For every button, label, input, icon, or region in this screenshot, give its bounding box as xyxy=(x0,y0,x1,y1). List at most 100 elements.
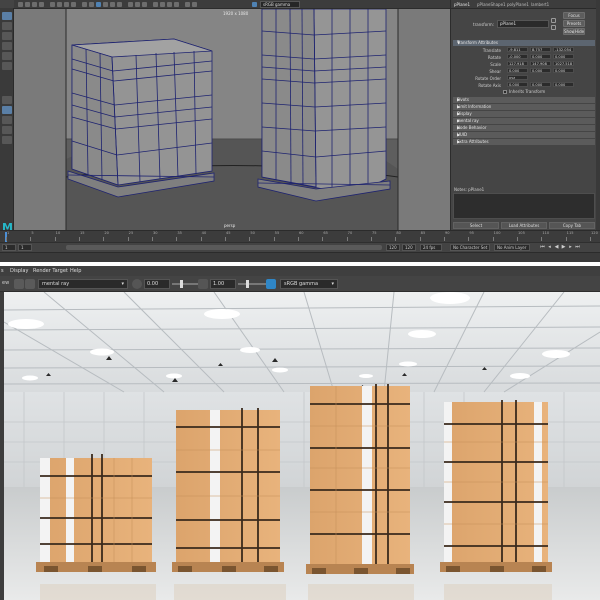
step-back-icon[interactable]: ◂ xyxy=(547,245,552,250)
focus-button[interactable]: Focus xyxy=(563,12,585,19)
depth-of-field-icon[interactable] xyxy=(142,2,147,7)
resolution-gate-icon[interactable] xyxy=(64,2,69,7)
section-extra-attributes[interactable]: ▶ Extra Attributes xyxy=(453,139,595,145)
ambient-occlusion-icon[interactable] xyxy=(128,2,133,7)
lights-icon[interactable] xyxy=(110,2,115,7)
gamma-icon[interactable] xyxy=(192,2,197,7)
move-tool-icon[interactable] xyxy=(2,42,12,50)
exposure-icon[interactable] xyxy=(185,2,190,7)
section-node-behavior[interactable]: ▶ Node Behavior xyxy=(453,125,595,131)
rotate-axis-y-field[interactable]: 0.000 xyxy=(530,82,551,87)
antialiasing-icon[interactable] xyxy=(135,2,140,7)
scale-z-field[interactable]: 1027.518 xyxy=(553,61,574,66)
range-start-field[interactable]: 1 xyxy=(18,244,32,251)
channel-box-tab-strip[interactable] xyxy=(596,0,600,230)
xray-icon[interactable] xyxy=(160,2,165,7)
tab-pplane1[interactable]: pPlane1 xyxy=(454,2,470,7)
grid-icon[interactable] xyxy=(50,2,55,7)
tab-pplaneshape1[interactable]: pPlaneShape1 xyxy=(477,2,506,7)
layout-single-icon[interactable] xyxy=(2,96,12,104)
inherits-transform-checkbox[interactable] xyxy=(503,90,507,94)
command-line[interactable] xyxy=(0,252,600,262)
xray-joints-icon[interactable] xyxy=(167,2,172,7)
scale-x-field[interactable]: 127.918 xyxy=(507,61,528,66)
rotate-z-field[interactable]: 0.000 xyxy=(553,54,574,59)
paint-select-icon[interactable] xyxy=(2,32,12,40)
bookmark-icon[interactable] xyxy=(32,2,37,7)
menu-render-target[interactable]: Render Target xyxy=(33,268,68,274)
backface-icon[interactable] xyxy=(174,2,179,7)
scale-y-field[interactable]: 147.908 xyxy=(530,61,551,66)
menu-help[interactable]: Help xyxy=(70,268,81,274)
tab-polyplane1[interactable]: polyPlane1 xyxy=(507,2,529,7)
menu-options-fragment[interactable]: s xyxy=(1,268,4,274)
translate-y-field[interactable]: 8.757 xyxy=(530,47,551,52)
persp-viewport[interactable]: 1920 x 1080 persp xyxy=(14,9,450,230)
section-uuid[interactable]: ▶ UUID xyxy=(453,132,595,138)
go-to-output-icon[interactable] xyxy=(551,25,556,30)
translate-z-field[interactable]: -132.054 xyxy=(553,47,574,52)
play-back-icon[interactable]: ◀ xyxy=(554,245,559,250)
layout-four-icon[interactable] xyxy=(2,116,12,124)
exposure-field[interactable]: 0.00 xyxy=(144,279,170,289)
gamma-slider-handle[interactable] xyxy=(246,280,249,288)
film-gate-icon[interactable] xyxy=(57,2,62,7)
viewport-colorspace-field[interactable]: sRGB gamma xyxy=(260,1,300,8)
goto-start-icon[interactable]: ⏮ xyxy=(540,245,545,250)
layout-persp-icon[interactable] xyxy=(2,106,12,114)
color-space-select[interactable]: sRGB gamma ▾ xyxy=(280,279,338,289)
rotate-axis-x-field[interactable]: 0.000 xyxy=(507,82,528,87)
rotate-y-field[interactable]: 0.000 xyxy=(530,54,551,59)
layout-outliner-icon[interactable] xyxy=(2,126,12,134)
translate-x-field[interactable]: -9.811 xyxy=(507,47,528,52)
load-attributes-button[interactable]: Load Attributes xyxy=(501,222,547,229)
wireframe-on-shaded-icon[interactable] xyxy=(96,2,101,7)
hide-button[interactable]: Hide xyxy=(574,28,585,35)
color-management-icon[interactable] xyxy=(266,279,276,289)
shear-y-field[interactable]: 0.000 xyxy=(530,68,551,73)
step-forward-icon[interactable]: ▸ xyxy=(568,245,573,250)
camera-lock-icon[interactable] xyxy=(25,2,30,7)
anim-layer-select[interactable]: No Anim Layer xyxy=(494,244,530,251)
shadows-icon[interactable] xyxy=(117,2,122,7)
fps-select[interactable]: 24 fps xyxy=(420,244,442,251)
menu-display[interactable]: Display xyxy=(10,268,28,274)
end-time-field[interactable]: 120 xyxy=(402,244,416,251)
renderer-select[interactable]: mental ray ▾ xyxy=(38,279,128,289)
shear-z-field[interactable]: 0.000 xyxy=(553,68,574,73)
select-button[interactable]: Select xyxy=(453,222,499,229)
gamma-field[interactable]: 1.00 xyxy=(210,279,236,289)
lasso-tool-icon[interactable] xyxy=(2,22,12,30)
render-frame-icon[interactable] xyxy=(14,279,24,289)
range-slider[interactable] xyxy=(66,245,382,250)
goto-end-icon[interactable]: ⏭ xyxy=(575,245,580,250)
section-display[interactable]: ▶ Display xyxy=(453,111,595,117)
start-time-field[interactable]: 1 xyxy=(2,244,16,251)
gate-mask-icon[interactable] xyxy=(71,2,76,7)
go-to-input-icon[interactable] xyxy=(551,18,556,23)
exposure-slider-handle[interactable] xyxy=(180,280,183,288)
smooth-shade-icon[interactable] xyxy=(89,2,94,7)
select-tool-icon[interactable] xyxy=(2,12,12,20)
show-button[interactable]: Show xyxy=(563,28,575,35)
notes-textarea[interactable] xyxy=(453,193,595,219)
rotate-tool-icon[interactable] xyxy=(2,52,12,60)
section-limit-information[interactable]: ▶ Limit Information xyxy=(453,104,595,110)
textured-icon[interactable] xyxy=(103,2,108,7)
node-name-field[interactable]: pPlane1 xyxy=(497,20,549,28)
copy-tab-button[interactable]: Copy Tab xyxy=(549,222,595,229)
tab-lambert1[interactable]: lambert1 xyxy=(531,2,549,7)
rotate-x-field[interactable]: -0.000 xyxy=(507,54,528,59)
section-mental-ray[interactable]: ▶ mental ray xyxy=(453,118,595,124)
image-plane-icon[interactable] xyxy=(39,2,44,7)
section-transform-attributes[interactable]: ▼ Transform Attributes xyxy=(453,40,595,46)
render-region-icon[interactable] xyxy=(25,279,35,289)
layout-graph-icon[interactable] xyxy=(2,136,12,144)
time-slider[interactable]: 1 5 10 15 20 25 30 35 40 45 50 55 60 65 70 75 80 85 90 95 10… xyxy=(0,230,600,242)
wireframe-icon[interactable] xyxy=(82,2,87,7)
camera-icon[interactable] xyxy=(18,2,23,7)
isolate-select-icon[interactable] xyxy=(153,2,158,7)
range-end-field[interactable]: 120 xyxy=(386,244,400,251)
character-set-select[interactable]: No Character Set xyxy=(450,244,490,251)
scale-tool-icon[interactable] xyxy=(2,62,12,70)
